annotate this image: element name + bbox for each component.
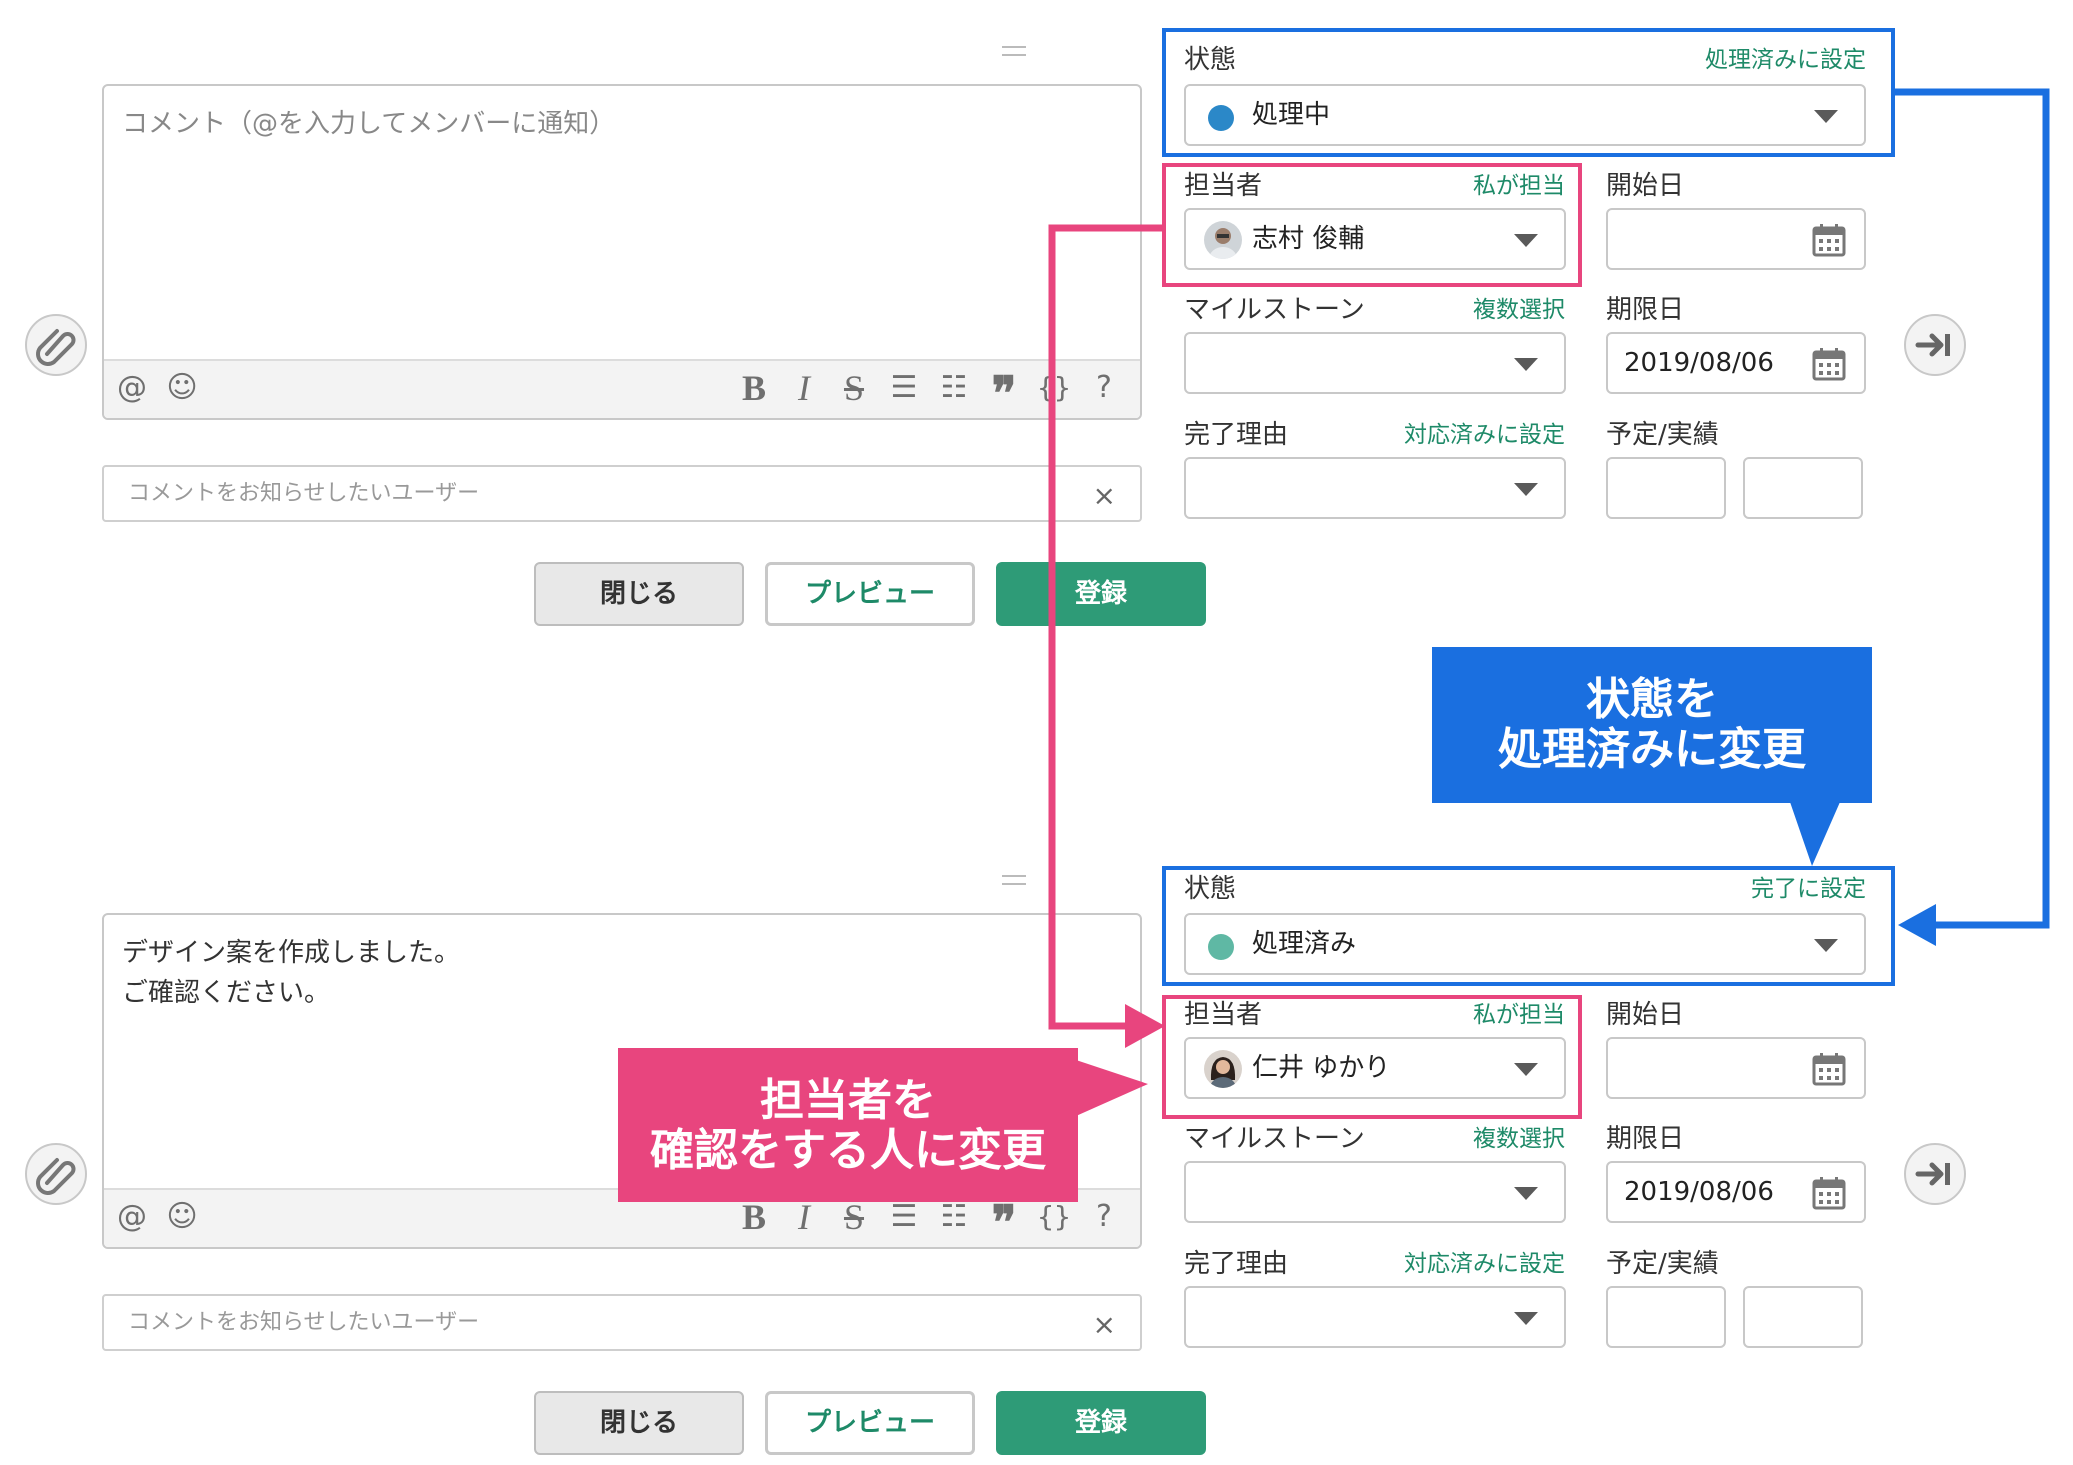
- assignee-callout: 担当者を 確認をする人に変更: [618, 1048, 1078, 1202]
- status-callout-line1: 状態を: [1586, 674, 1718, 725]
- status-callout-line2: 処理済みに変更: [1498, 724, 1806, 775]
- assignee-callout-line1: 担当者を: [760, 1075, 936, 1126]
- status-callout-pointer: [1790, 802, 1840, 866]
- status-callout: 状態を 処理済みに変更: [1432, 647, 1872, 803]
- assignee-callout-pointer: [1076, 1060, 1148, 1116]
- assignee-callout-line2: 確認をする人に変更: [650, 1125, 1046, 1176]
